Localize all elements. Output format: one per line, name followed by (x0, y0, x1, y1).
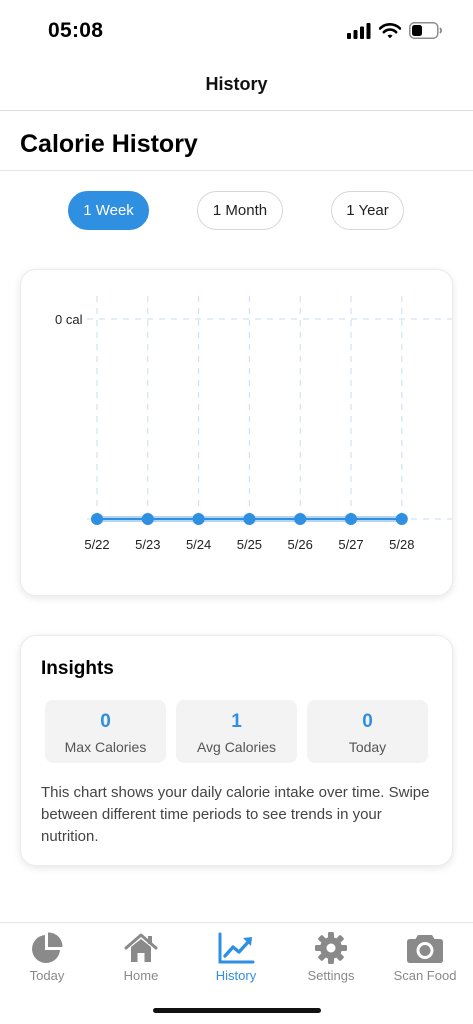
page-header: Calorie History (0, 111, 473, 171)
nav-title: History (205, 74, 268, 94)
trend-chart-icon (218, 932, 255, 964)
data-point (345, 513, 357, 525)
stat-label: Today (348, 739, 387, 755)
y-tick-label: 0 cal (55, 312, 83, 327)
stat-value: 0 (100, 711, 111, 732)
page-title: Calorie History (20, 130, 198, 158)
stat-today: 0 Today (307, 700, 428, 763)
stat-avg-calories: 1 Avg Calories (176, 700, 297, 763)
tab-today[interactable]: Today (0, 931, 94, 983)
nav-bar: History (0, 62, 473, 111)
tab-history[interactable]: History (189, 931, 283, 983)
home-indicator (153, 1008, 321, 1013)
tab-label: Scan Food (393, 968, 457, 983)
x-tick-label: 5/24 (186, 537, 211, 552)
stat-value: 1 (231, 711, 242, 732)
home-icon (124, 933, 158, 962)
stat-value: 0 (362, 711, 373, 732)
x-tick-label: 5/28 (389, 537, 414, 552)
tab-home[interactable]: Home (94, 931, 188, 983)
camera-icon (407, 935, 443, 963)
data-point (395, 513, 408, 525)
tab-scan-food[interactable]: Scan Food (378, 931, 472, 983)
status-icons (347, 22, 443, 39)
signal-icon (347, 22, 371, 39)
tab-label: History (215, 968, 257, 983)
tab-settings[interactable]: Settings (284, 931, 378, 983)
period-button-1-week[interactable]: 1 Week (68, 191, 149, 230)
calorie-line-chart: 0 cal 5/22 5/23 5/24 5/25 5/26 5/27 5/28 (55, 296, 452, 552)
data-point (91, 513, 103, 525)
stat-label: Max Calories (64, 739, 147, 755)
x-tick-label: 5/27 (338, 537, 363, 552)
gear-icon (315, 932, 347, 964)
data-point (294, 513, 307, 525)
x-tick-label: 5/23 (135, 537, 160, 552)
battery-icon (409, 22, 442, 39)
status-bar: 05:08 (0, 0, 473, 62)
period-button-1-year[interactable]: 1 Year (331, 191, 404, 230)
wifi-icon (379, 22, 401, 38)
insights-description: This chart shows your daily calorie inta… (41, 784, 430, 845)
stat-label: Avg Calories (196, 739, 277, 755)
pie-chart-icon (32, 932, 63, 963)
tab-label: Settings (307, 968, 355, 983)
chart-card: 0 cal 5/22 5/23 5/24 5/25 5/26 5/27 5/28 (20, 269, 453, 596)
data-point (243, 513, 256, 525)
x-tick-label: 5/25 (237, 537, 262, 552)
x-tick-label: 5/26 (288, 537, 313, 552)
data-point (141, 513, 154, 525)
tab-label: Home (123, 968, 159, 983)
insights-title: Insights (41, 658, 114, 679)
insights-card: Insights 0 Max Calories 1 Avg Calories 0… (20, 635, 453, 866)
period-button-1-month[interactable]: 1 Month (197, 191, 283, 230)
status-time: 05:08 (48, 19, 104, 42)
data-point (192, 513, 205, 525)
x-tick-label: 5/22 (84, 537, 109, 552)
tab-label: Today (29, 968, 65, 983)
stat-max-calories: 0 Max Calories (45, 700, 166, 763)
